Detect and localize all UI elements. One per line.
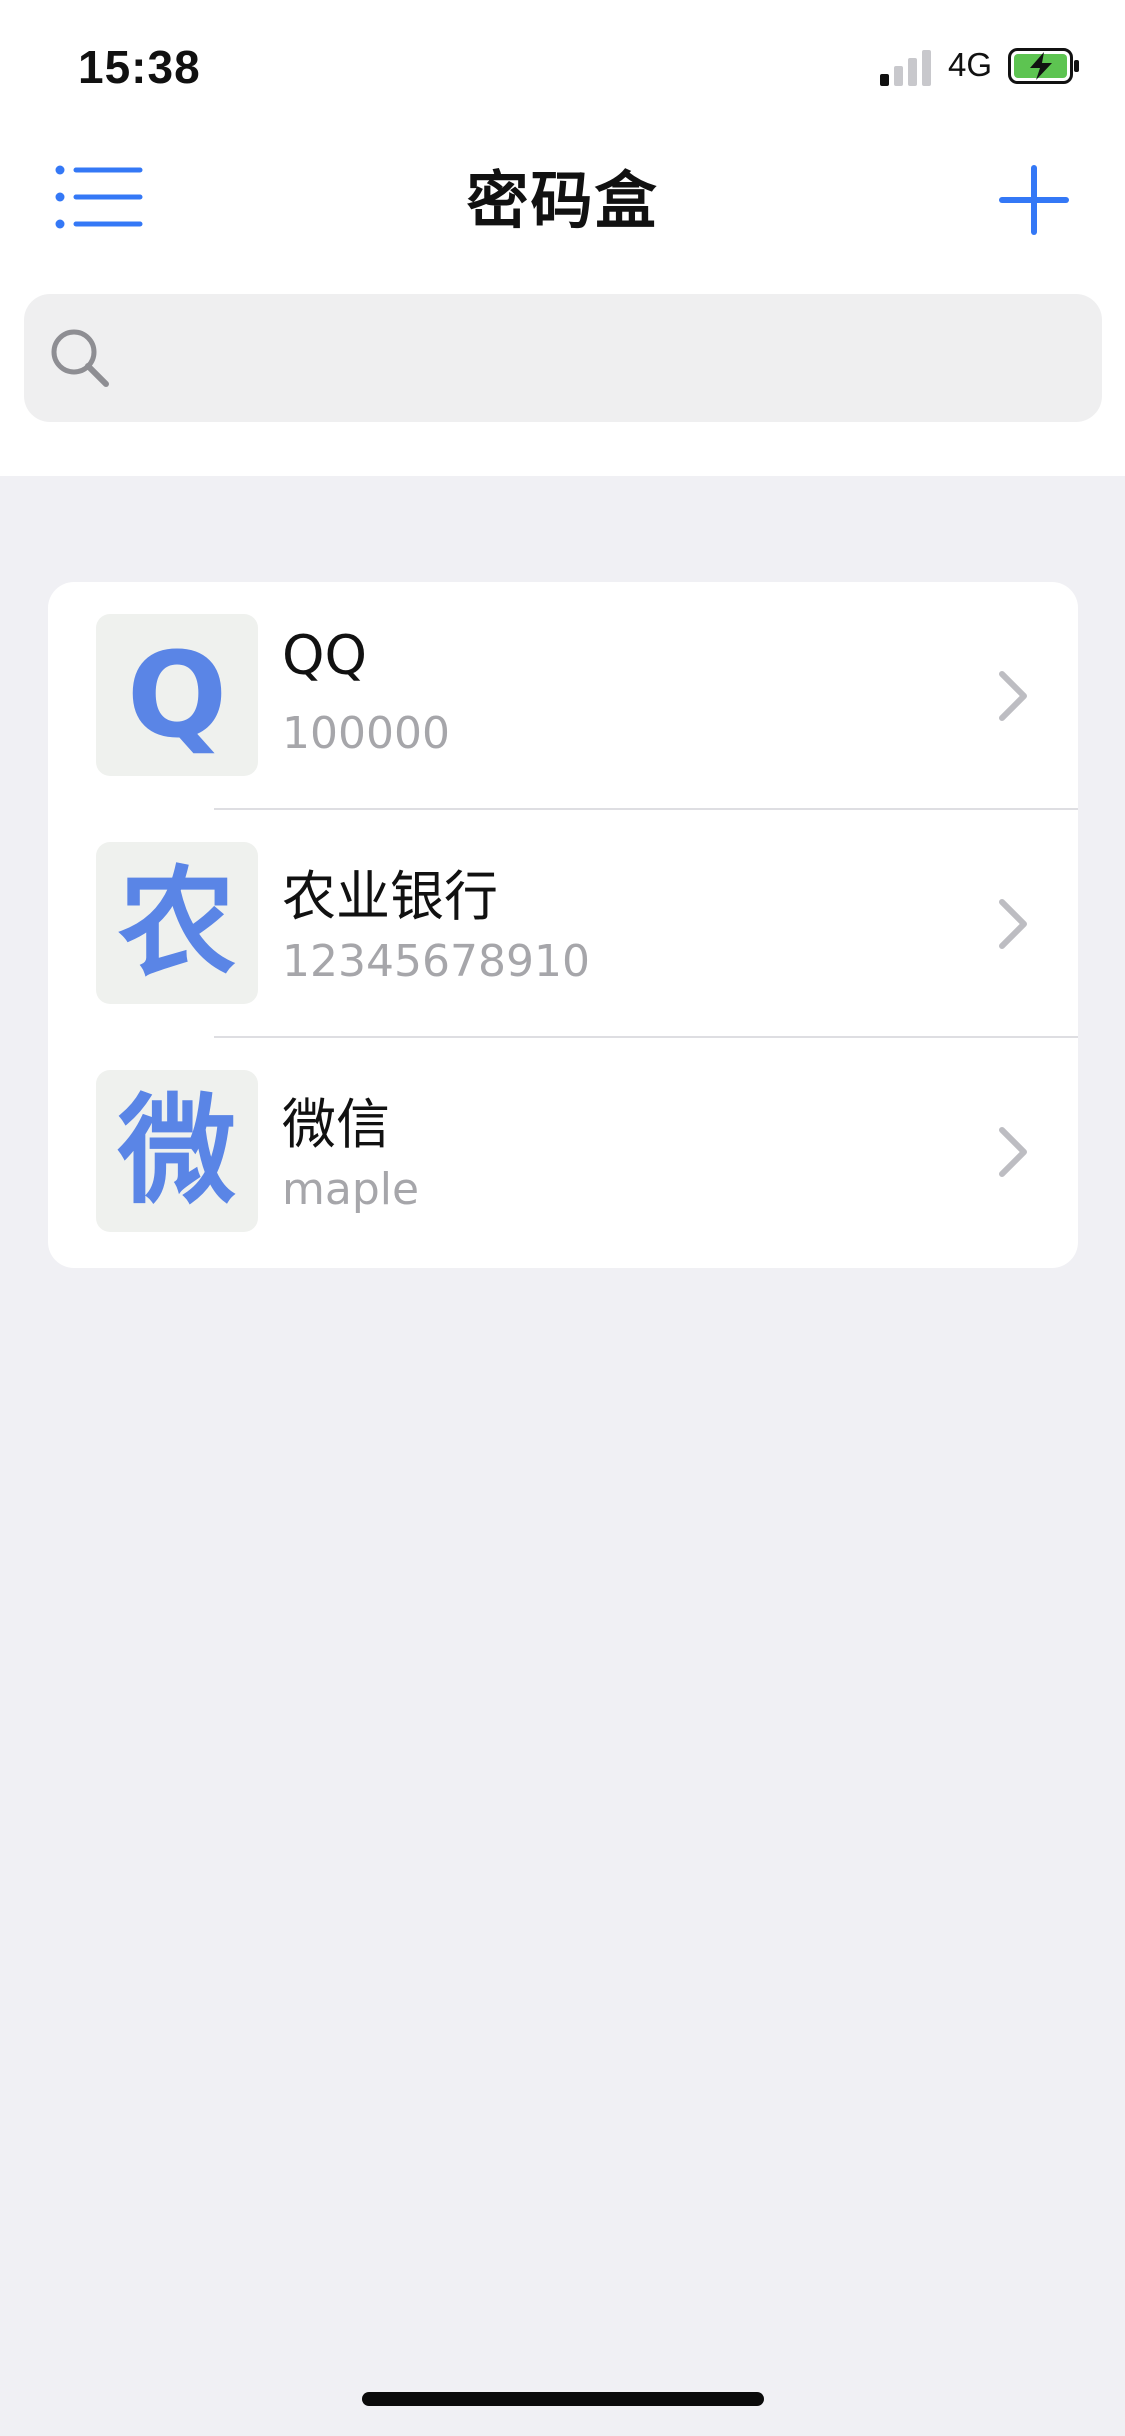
home-indicator[interactable] [362,2392,764,2406]
status-time: 15:38 [78,41,201,93]
signal-strength-icon [880,50,936,86]
plus-icon[interactable] [998,164,1070,236]
entry-avatar: Q [96,614,258,776]
entry-title: 农业银行 [282,865,498,928]
entry-account: 12345678910 [282,936,590,987]
entry-title: QQ [282,624,368,687]
search-input[interactable] [128,324,1072,394]
entry-account: maple [282,1164,420,1215]
list-item-abc-bank[interactable]: 农 农业银行 12345678910 [48,810,1078,1038]
entry-avatar: 农 [96,842,258,1004]
search-bar[interactable] [24,294,1102,422]
entries-list: Q QQ 100000 农 农业银行 12345678910 微 微信 mapl… [48,582,1078,1268]
chevron-right-icon [999,899,1027,949]
chevron-right-icon [999,671,1027,721]
network-type: 4G [948,46,993,83]
list-item-qq[interactable]: Q QQ 100000 [48,582,1078,810]
header: 15:38 4G 密码盒 [0,0,1125,476]
entry-avatar: 微 [96,1070,258,1232]
entry-account: 100000 [282,708,450,759]
entry-title: 微信 [282,1093,390,1156]
page-title: 密码盒 [466,164,659,237]
battery-charging-icon [1008,48,1079,84]
list-item-wechat[interactable]: 微 微信 maple [48,1038,1078,1266]
search-icon [51,329,109,387]
chevron-right-icon [999,1127,1027,1177]
